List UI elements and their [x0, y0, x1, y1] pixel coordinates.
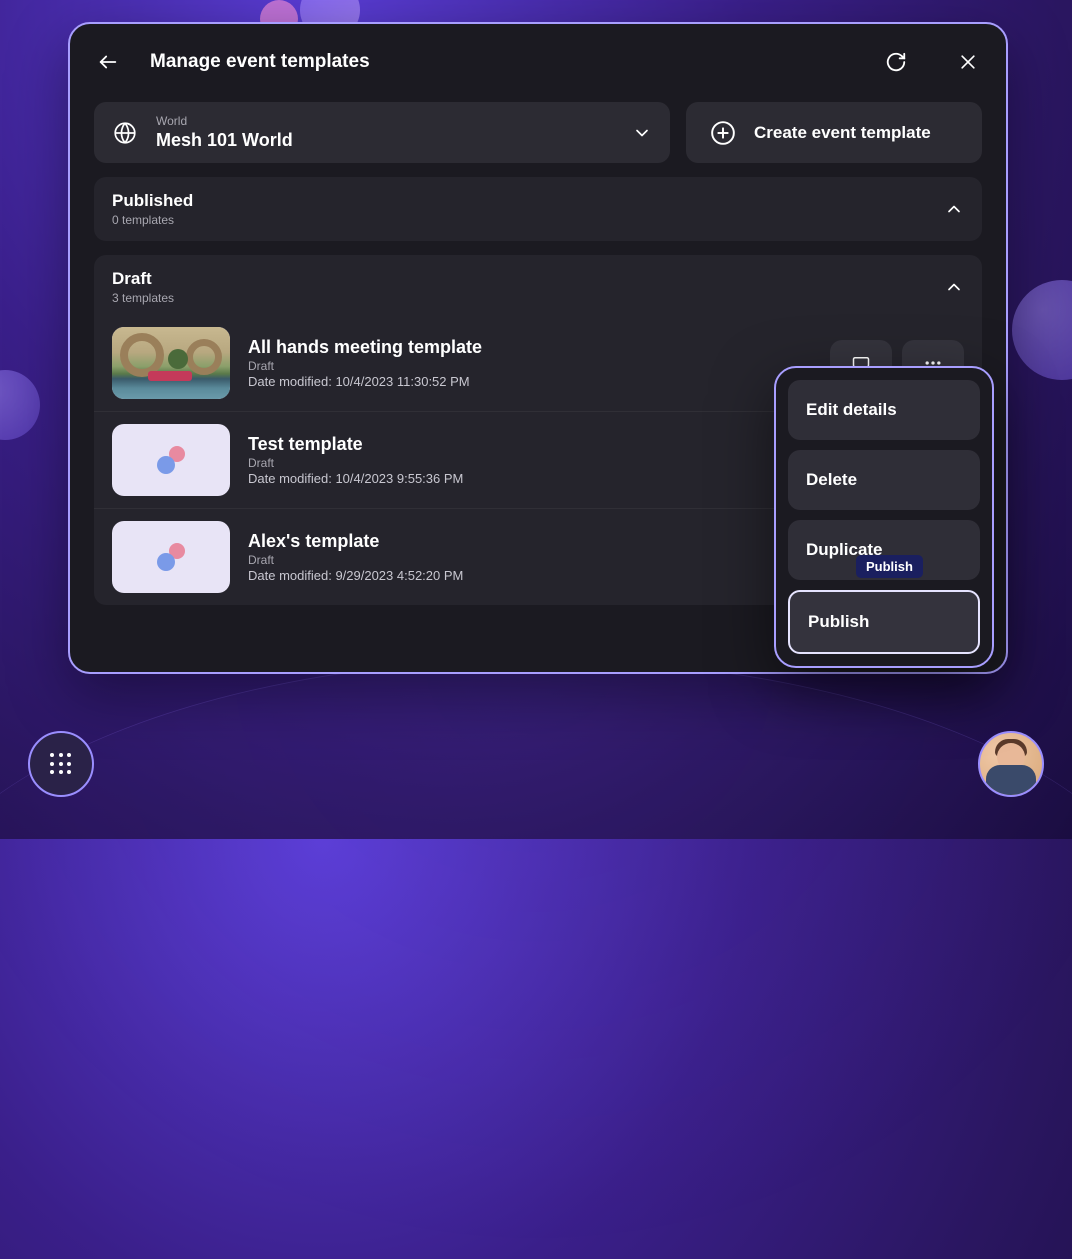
chevron-up-icon [944, 277, 964, 297]
template-context-menu: Edit details Delete Duplicate Publish [774, 366, 994, 668]
modal-title: Manage event templates [150, 51, 838, 73]
close-button[interactable] [954, 48, 982, 76]
create-template-button[interactable]: Create event template [686, 102, 982, 163]
avatar-body [986, 765, 1036, 795]
world-label: World [156, 114, 614, 128]
decorative-blob [0, 370, 40, 440]
top-controls: World Mesh 101 World Create event templa… [94, 102, 982, 163]
refresh-button[interactable] [882, 48, 910, 76]
ctx-publish[interactable]: Publish [788, 590, 980, 654]
create-template-label: Create event template [754, 123, 931, 143]
user-avatar-button[interactable] [978, 731, 1044, 797]
published-title: Published [112, 191, 944, 211]
chevron-down-icon [632, 123, 652, 143]
chevron-up-icon [944, 199, 964, 219]
globe-icon [112, 120, 138, 146]
decorative-horizon [0, 659, 1072, 1259]
template-thumbnail [112, 424, 230, 496]
ctx-delete[interactable]: Delete [788, 450, 980, 510]
published-section[interactable]: Published 0 templates [94, 177, 982, 241]
decorative-blob [1012, 280, 1072, 380]
arrow-left-icon [97, 51, 119, 73]
ctx-edit-details[interactable]: Edit details [788, 380, 980, 440]
template-status: Draft [248, 359, 812, 373]
grid-icon [50, 753, 72, 775]
plus-circle-icon [710, 120, 736, 146]
back-button[interactable] [94, 48, 122, 76]
refresh-icon [885, 51, 907, 73]
world-selector[interactable]: World Mesh 101 World [94, 102, 670, 163]
app-grid-button[interactable] [28, 731, 94, 797]
world-name: Mesh 101 World [156, 130, 614, 151]
draft-title: Draft [112, 269, 944, 289]
publish-tooltip: Publish [856, 555, 923, 578]
close-icon [958, 52, 978, 72]
template-thumbnail [112, 327, 230, 399]
draft-section-toggle[interactable]: Draft 3 templates [112, 269, 964, 305]
template-thumbnail [112, 521, 230, 593]
world-texts: World Mesh 101 World [156, 114, 614, 151]
template-date: Date modified: 10/4/2023 11:30:52 PM [248, 374, 812, 389]
published-count: 0 templates [112, 213, 944, 227]
template-name: All hands meeting template [248, 337, 812, 358]
modal-header: Manage event templates [94, 42, 982, 82]
draft-count: 3 templates [112, 291, 944, 305]
